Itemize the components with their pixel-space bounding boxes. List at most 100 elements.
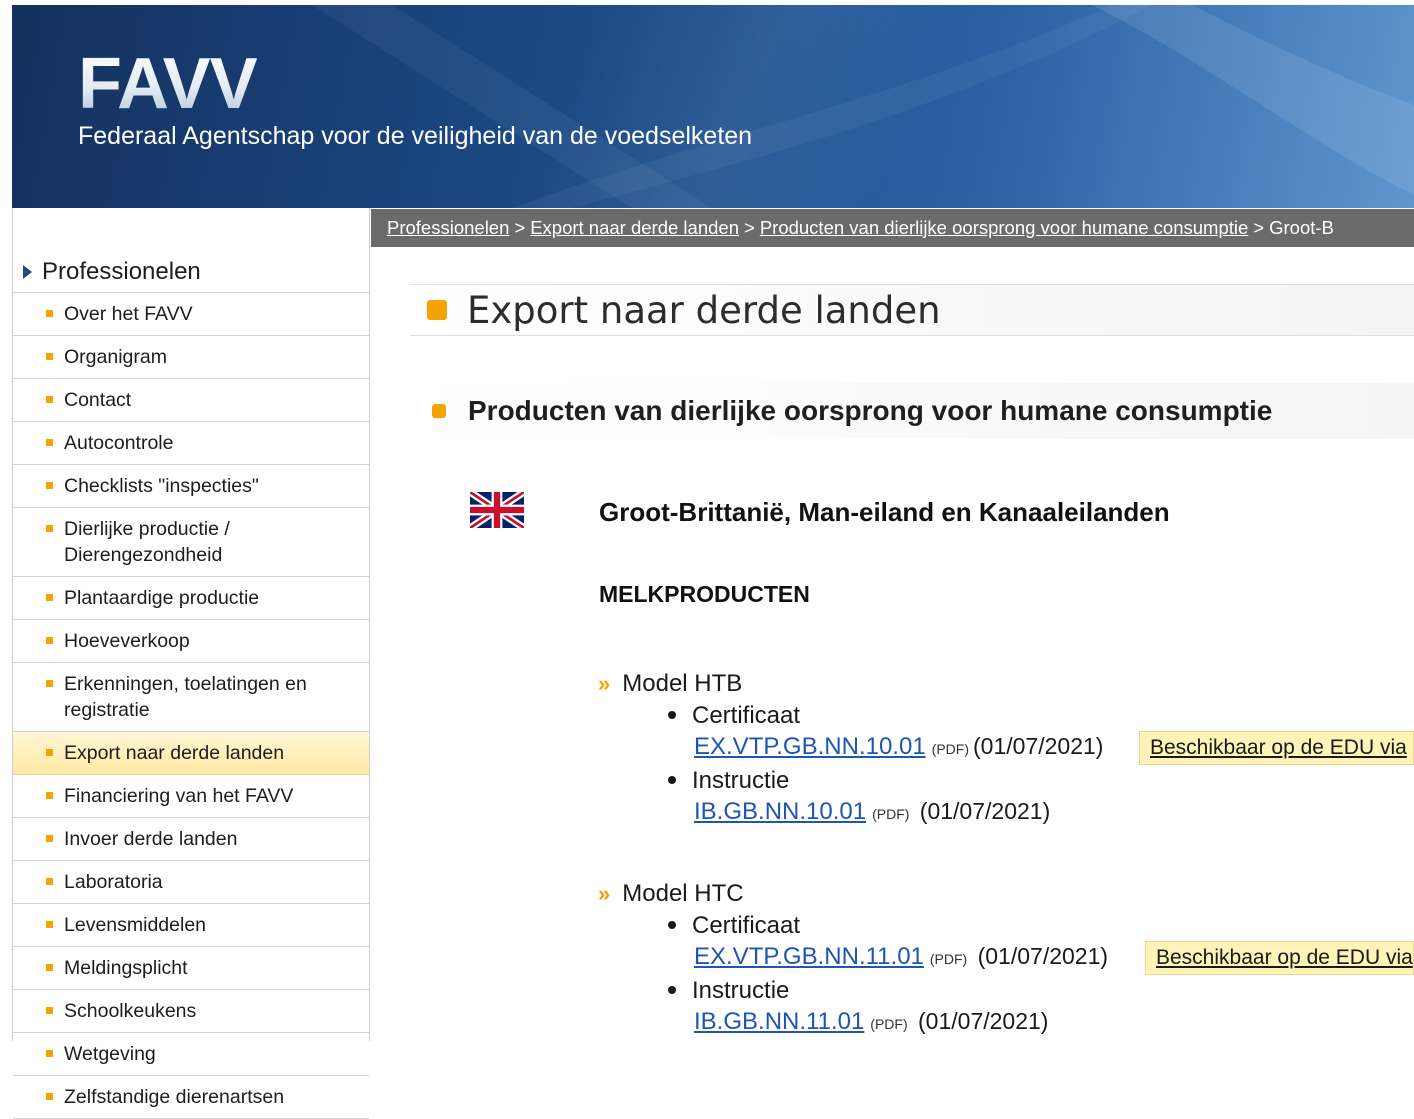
model-htc: » Model HTC (598, 880, 744, 908)
instruction-date: (01/07/2021) (919, 798, 1051, 824)
double-chevron-right-icon: » (598, 881, 611, 906)
instruction-doc-row: IB.GB.NN.11.01 (PDF) (01/07/2021) (694, 1008, 1048, 1036)
section-title: Producten van dierlijke oorsprong voor h… (468, 395, 1273, 426)
edu-availability-note: Beschikbaar op de EDU via (1145, 941, 1414, 975)
instruction-doc-row: IB.GB.NN.10.01 (PDF) (01/07/2021) (694, 798, 1050, 826)
sidebar-item-label: Schoolkeukens (64, 1000, 197, 1022)
breadcrumb-separator: > (744, 217, 755, 238)
certificate-label: Certificaat (692, 702, 801, 729)
orange-square-bullet-icon (46, 792, 53, 799)
sidebar-heading-label: Professionelen (42, 258, 201, 285)
model-name: Model HTC (622, 880, 744, 907)
orange-square-bullet-icon (46, 749, 53, 756)
breadcrumb: Professionelen > Export naar derde landen >… (371, 209, 1414, 247)
sidebar-item[interactable]: Over het FAVV (13, 293, 369, 336)
sidebar-item-label: Autocontrole (64, 432, 174, 454)
site-tagline: Federaal Agentschap voor de veiligheid v… (78, 122, 753, 150)
sidebar-item-label: Hoeveverkoop (64, 630, 190, 652)
sidebar-item[interactable]: Autocontrole (13, 422, 369, 465)
breadcrumb-link-export[interactable]: Export naar derde landen (530, 217, 739, 238)
instruction-label: Instructie (692, 977, 790, 1004)
sidebar-heading-professionelen[interactable]: Professionelen (13, 252, 369, 293)
instruction-pdf-link[interactable]: IB.GB.NN.11.01 (694, 1008, 864, 1035)
sidebar-item-label: Wetgeving (64, 1043, 156, 1065)
orange-square-bullet-icon (46, 1007, 53, 1014)
orange-square-bullet-icon (46, 353, 53, 360)
orange-square-bullet-icon (46, 525, 53, 532)
edu-link[interactable]: Beschikbaar op de EDU via (1156, 946, 1413, 969)
favv-logo[interactable]: FAVV (78, 45, 258, 123)
pdf-format-label: (PDF) (931, 741, 969, 757)
sidebar-list: Over het FAVV Organigram Contact Autocontro… (13, 293, 369, 1119)
category-heading: MELKPRODUCTEN (599, 581, 810, 607)
edu-link[interactable]: Beschikbaar op de EDU via (1150, 736, 1407, 759)
sidebar-item[interactable]: Wetgeving (13, 1033, 369, 1076)
sidebar-item-label: Plantaardige productie (64, 587, 260, 609)
sidebar-item[interactable]: Zelfstandige dierenartsen (13, 1076, 369, 1119)
orange-square-bullet-icon (46, 594, 53, 601)
uk-flag-icon (470, 492, 524, 528)
orange-square-bullet-icon (46, 964, 53, 971)
certificate-label-row: Certificaat (668, 912, 800, 940)
pdf-format-label: (PDF) (870, 1016, 908, 1032)
breadcrumb-link-producten[interactable]: Producten van dierlijke oorsprong voor h… (760, 217, 1248, 238)
sidebar-item[interactable]: Organigram (13, 336, 369, 379)
instruction-label: Instructie (692, 767, 790, 794)
bullet-dot-icon (668, 710, 676, 719)
sidebar-item[interactable]: Levensmiddelen (13, 904, 369, 947)
sidebar-item-label: Meldingsplicht (64, 957, 188, 979)
breadcrumb-current: Groot-B (1269, 217, 1334, 238)
orange-square-bullet-icon (46, 439, 53, 446)
sidebar-item[interactable]: Invoer derde landen (13, 818, 369, 861)
sidebar-item-label: Laboratoria (64, 871, 163, 893)
model-htb: » Model HTB (598, 670, 742, 698)
certificate-doc-row: EX.VTP.GB.NN.11.01 (PDF) (01/07/2021) (694, 943, 1108, 971)
bullet-dot-icon (668, 920, 676, 929)
sidebar-item-label: Invoer derde landen (64, 828, 238, 850)
sidebar-item[interactable]: Erkenningen, toelatingen en registratie (13, 663, 369, 732)
sidebar-item-label: Export naar derde landen (64, 742, 285, 764)
certificate-label-row: Certificaat (668, 702, 800, 730)
certificate-pdf-link[interactable]: EX.VTP.GB.NN.11.01 (694, 943, 924, 970)
page-title: Export naar derde landen (467, 288, 941, 332)
sidebar-item-label: Levensmiddelen (64, 914, 207, 936)
certificate-pdf-link[interactable]: EX.VTP.GB.NN.10.01 (694, 733, 926, 760)
instruction-pdf-link[interactable]: IB.GB.NN.10.01 (694, 798, 866, 825)
sidebar-item-label: Dierlijke productie / Dierengezondheid (64, 518, 230, 566)
sidebar-item[interactable]: Contact (13, 379, 369, 422)
sidebar-item-label: Organigram (64, 346, 167, 368)
instruction-label-row: Instructie (668, 767, 789, 795)
orange-square-bullet-icon (46, 1050, 53, 1057)
sidebar-item[interactable]: Plantaardige productie (13, 577, 369, 620)
sidebar-item-label: Zelfstandige dierenartsen (64, 1086, 285, 1108)
orange-square-bullet-icon (46, 921, 53, 928)
orange-square-bullet-icon (46, 835, 53, 842)
sidebar-item[interactable]: Dierlijke productie / Dierengezondheid (13, 508, 369, 577)
breadcrumb-separator: > (514, 217, 526, 238)
pdf-format-label: (PDF) (929, 951, 968, 967)
breadcrumb-link-professionelen[interactable]: Professionelen (387, 217, 509, 238)
instruction-date: (01/07/2021) (918, 1008, 1049, 1034)
sidebar-item[interactable]: Export naar derde landen (13, 732, 369, 775)
bullet-dot-icon (668, 985, 676, 994)
double-chevron-right-icon: » (598, 671, 611, 696)
orange-square-icon (427, 300, 447, 320)
sidebar-item[interactable]: Schoolkeukens (13, 990, 369, 1033)
triangle-right-icon (23, 265, 32, 279)
orange-square-bullet-icon (46, 680, 53, 687)
sidebar-item[interactable]: Financiering van het FAVV (13, 775, 369, 818)
sidebar-item[interactable]: Checklists "inspecties" (13, 465, 369, 508)
sidebar-item[interactable]: Meldingsplicht (13, 947, 369, 990)
certificate-label: Certificaat (692, 912, 801, 939)
orange-square-bullet-icon (46, 310, 53, 317)
sidebar-item[interactable]: Hoeveverkoop (13, 620, 369, 663)
breadcrumb-separator: > (1253, 217, 1265, 238)
page-title-bar: Export naar derde landen (410, 284, 1414, 336)
bullet-dot-icon (668, 775, 676, 784)
sidebar-item-label: Checklists "inspecties" (64, 475, 259, 497)
orange-square-bullet-icon (46, 637, 53, 644)
sidebar-nav: Professionelen Over het FAVV Organigram Co… (12, 208, 370, 1119)
certificate-doc-row: EX.VTP.GB.NN.10.01 (PDF) (01/07/2021) (694, 733, 1103, 761)
pdf-format-label: (PDF) (872, 806, 910, 822)
sidebar-item[interactable]: Laboratoria (13, 861, 369, 904)
